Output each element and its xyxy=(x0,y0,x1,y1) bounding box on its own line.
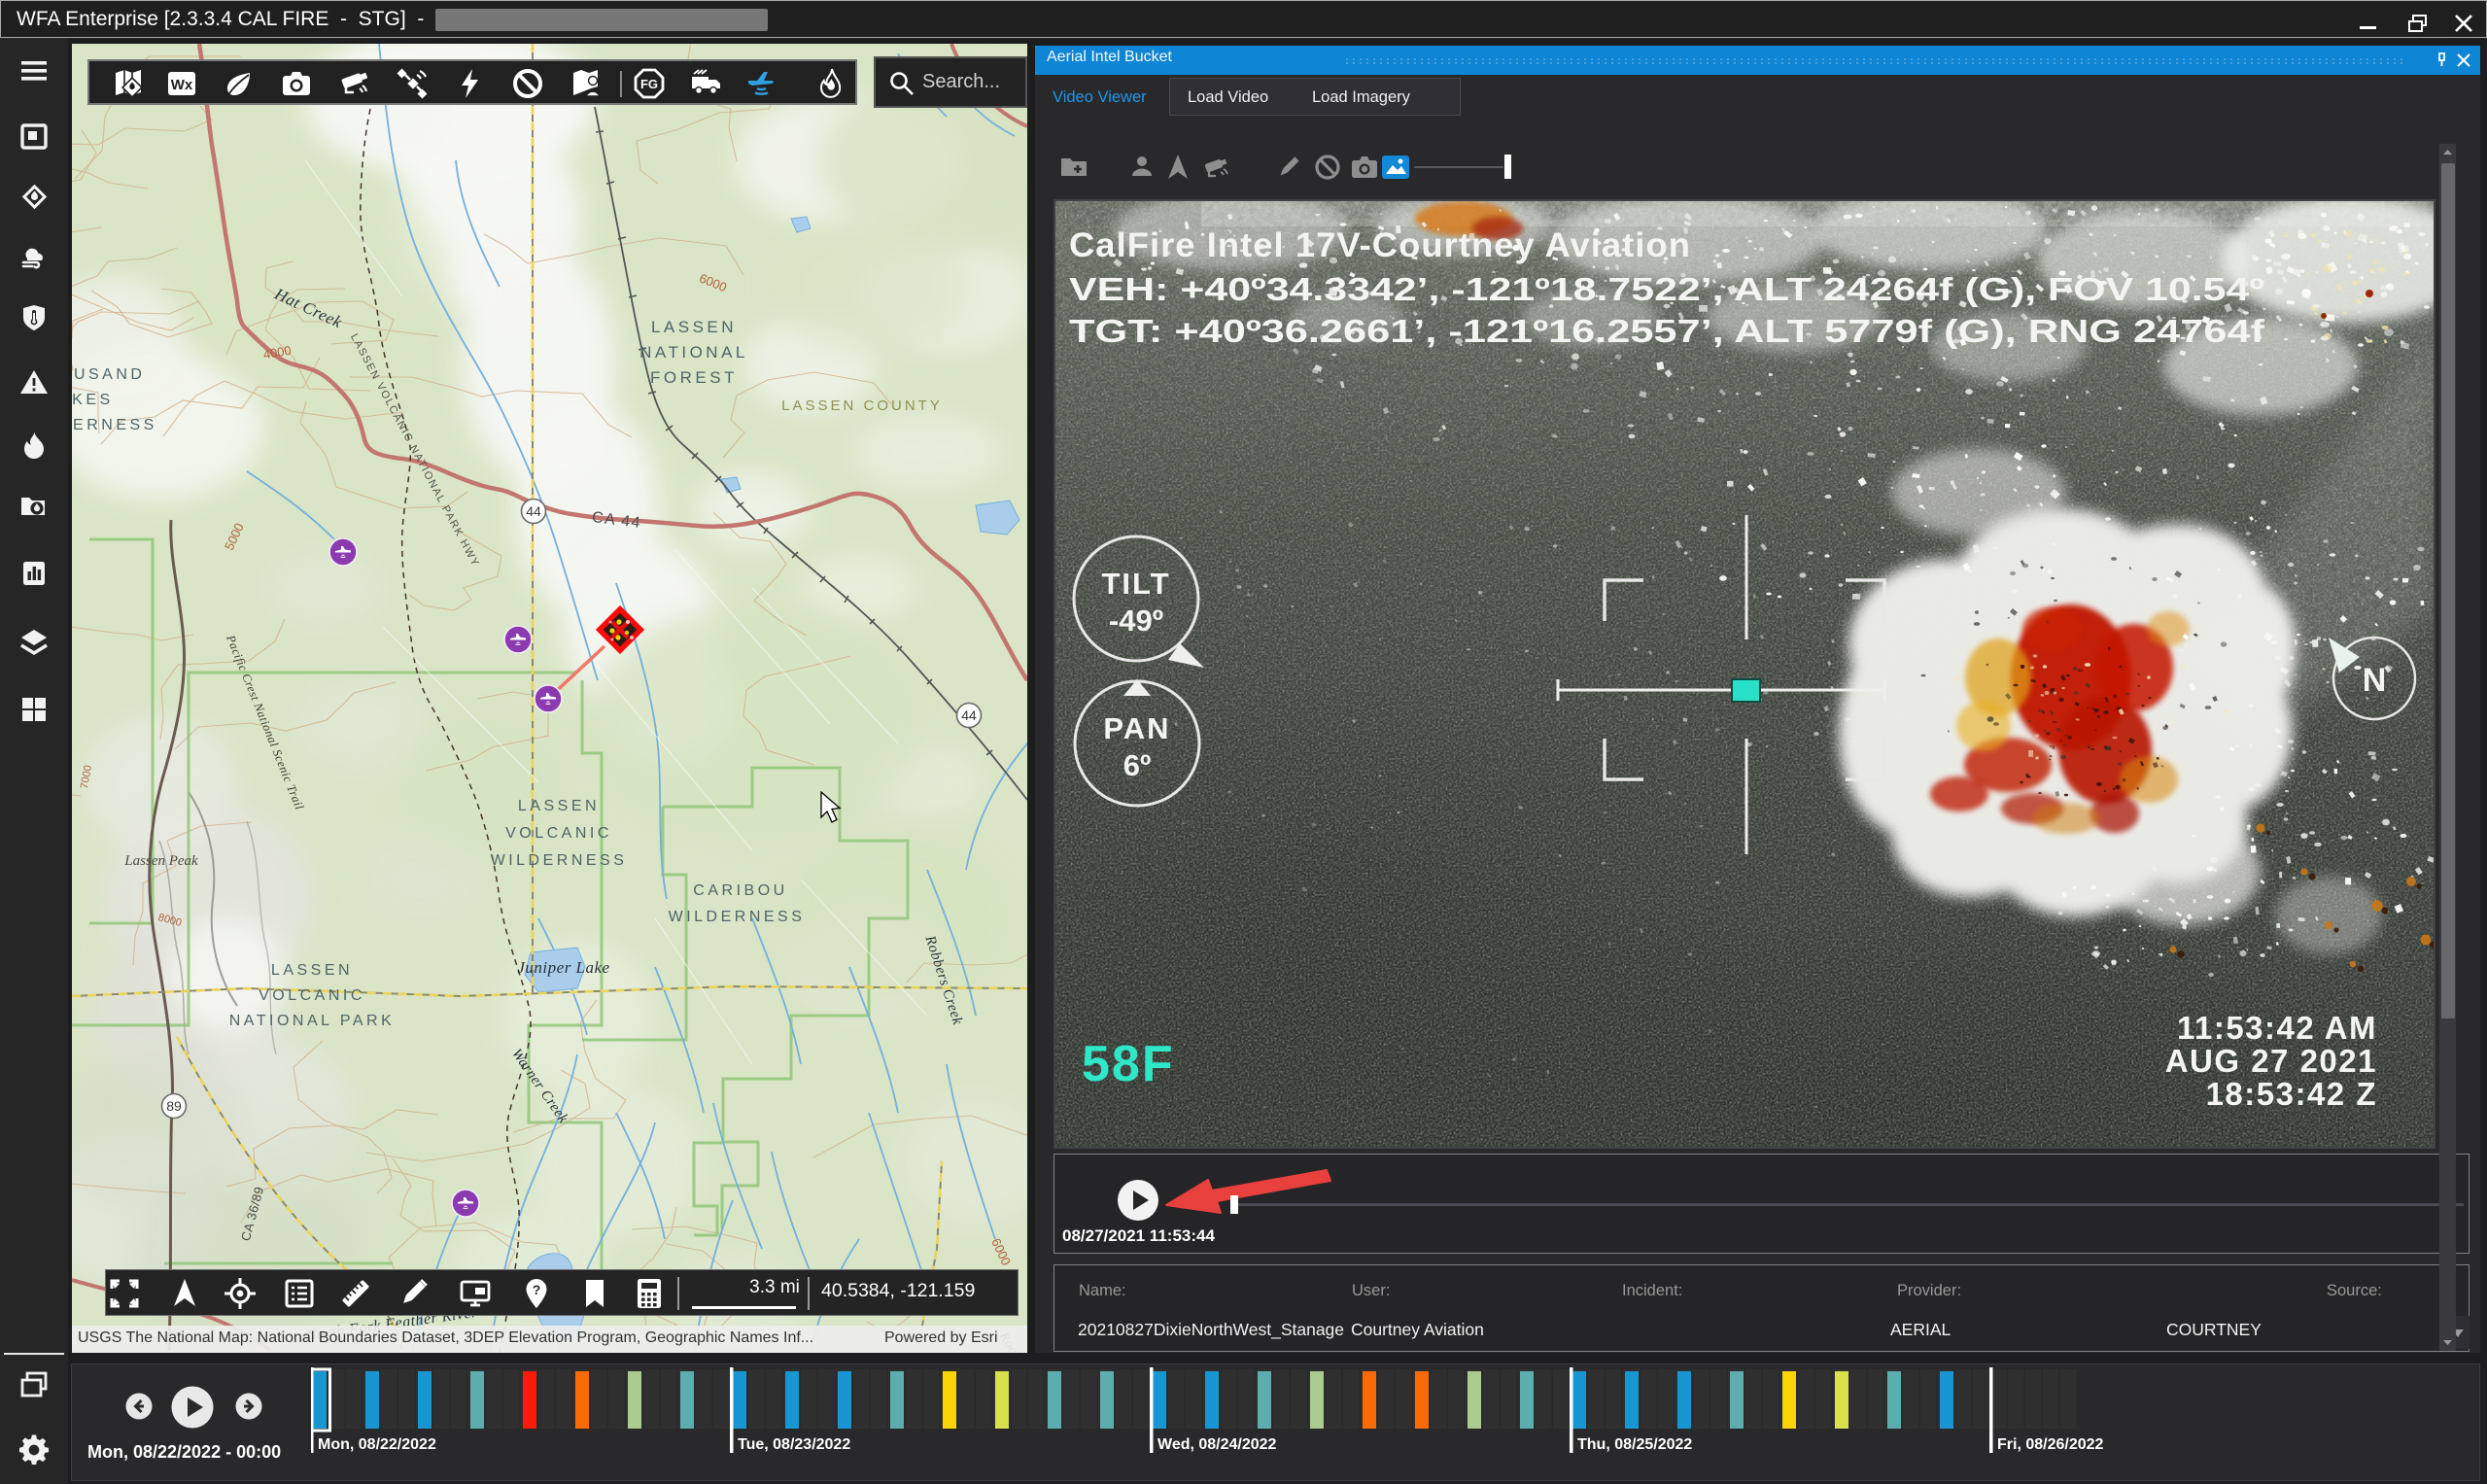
svg-text:NATIONAL PARK: NATIONAL PARK xyxy=(229,1013,396,1029)
svg-text:LASSEN: LASSEN xyxy=(271,962,353,979)
svg-text:11:53:42 AM: 11:53:42 AM xyxy=(2177,1010,2377,1046)
svg-text:VOLCANIC: VOLCANIC xyxy=(259,987,365,1004)
svg-text:FOREST: FOREST xyxy=(650,368,738,387)
svg-text:44: 44 xyxy=(961,707,977,723)
svg-text:TILT: TILT xyxy=(1101,567,1170,601)
svg-text:DERNESS: DERNESS xyxy=(72,417,157,433)
svg-text:Wx: Wx xyxy=(171,77,193,93)
svg-text:89: 89 xyxy=(166,1098,182,1114)
svg-text:WILDERNESS: WILDERNESS xyxy=(669,909,806,925)
svg-text:N: N xyxy=(2363,662,2387,699)
svg-text:CARIBOU: CARIBOU xyxy=(693,882,787,899)
svg-text:LASSEN: LASSEN xyxy=(651,318,737,336)
svg-text:WILDERNESS: WILDERNESS xyxy=(491,852,628,869)
svg-text:LASSEN COUNTY: LASSEN COUNTY xyxy=(781,397,943,414)
svg-text:Thu, 08/25/2022: Thu, 08/25/2022 xyxy=(1577,1436,1692,1453)
svg-text:VOLCANIC: VOLCANIC xyxy=(505,825,612,842)
svg-text:Fri, 08/26/2022: Fri, 08/26/2022 xyxy=(1997,1436,2104,1453)
svg-text:Juniper Lake: Juniper Lake xyxy=(517,958,609,977)
svg-text:OUSAND: OUSAND xyxy=(72,366,145,383)
svg-text:LASSEN: LASSEN xyxy=(518,798,600,814)
svg-text:NATIONAL: NATIONAL xyxy=(639,343,748,362)
svg-text:FG: FG xyxy=(640,77,658,91)
svg-text:?: ? xyxy=(533,1282,541,1297)
svg-text:PAN: PAN xyxy=(1103,711,1170,745)
svg-text:-49º: -49º xyxy=(1109,604,1163,638)
svg-text:58F: 58F xyxy=(1082,1036,1175,1092)
svg-text:AKES: AKES xyxy=(72,392,114,408)
svg-text:TGT: +40º36.2661’, -121º16: TGT: +40º36.2661’, -121º16.2557’, ALT 57… xyxy=(1069,313,2265,349)
svg-text:Mon, 08/22/2022: Mon, 08/22/2022 xyxy=(318,1436,436,1453)
svg-text:18:53:42 Z: 18:53:42 Z xyxy=(2206,1076,2377,1112)
svg-text:AUG 27 2021: AUG 27 2021 xyxy=(2165,1043,2377,1079)
svg-text:VEH: +40º34.3342’, -121º18: VEH: +40º34.3342’, -121º18.7522’, ALT 24… xyxy=(1069,271,2264,307)
svg-text:44: 44 xyxy=(526,503,541,519)
svg-text:6º: 6º xyxy=(1123,748,1152,782)
svg-text:CalFire Intel 17V-Courtney Avi: CalFire Intel 17V-Courtney Aviation xyxy=(1069,226,1691,264)
svg-text:Lassen Peak: Lassen Peak xyxy=(123,853,198,869)
svg-text:Tue, 08/23/2022: Tue, 08/23/2022 xyxy=(738,1436,850,1453)
svg-text:Wed, 08/24/2022: Wed, 08/24/2022 xyxy=(1157,1436,1277,1453)
